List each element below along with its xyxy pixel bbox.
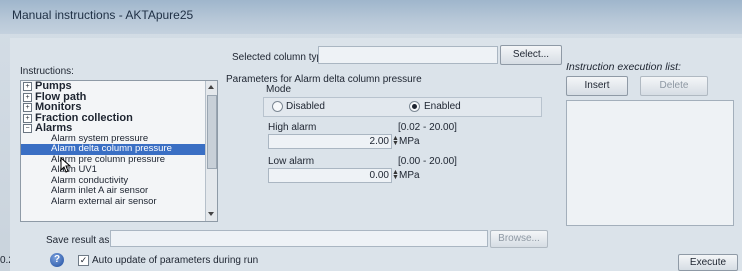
expander-icon[interactable]: + <box>23 113 32 123</box>
expander-icon[interactable]: + <box>23 92 32 102</box>
title-bar: Manual instructions - AKTApure25 <box>0 0 742 34</box>
tree-label: Alarm system pressure <box>51 132 149 144</box>
scroll-thumb[interactable] <box>207 95 217 169</box>
expander-icon[interactable]: + <box>23 103 32 112</box>
instructions-label: Instructions: <box>20 66 74 77</box>
parameters-heading: Parameters for Alarm delta column pressu… <box>226 74 422 85</box>
tree-label: Alarm UV1 <box>51 164 97 175</box>
mode-enabled-label: Enabled <box>424 101 461 112</box>
scroll-up-icon[interactable] <box>208 85 214 89</box>
insert-button[interactable]: Insert <box>566 76 628 96</box>
low-alarm-spin-arrows-icon[interactable]: ▲ ▼ <box>392 169 399 181</box>
save-result-field[interactable] <box>110 230 488 247</box>
execution-list-label: Instruction execution list: <box>566 61 681 73</box>
save-result-label: Save result as: <box>46 235 113 246</box>
low-alarm-unit: MPa <box>399 170 420 181</box>
tree-label: Alarm conductivity <box>51 174 129 186</box>
high-alarm-input[interactable]: 2.00 <box>268 134 392 149</box>
high-alarm-range: [0.02 - 20.00] <box>398 122 457 133</box>
instructions-tree[interactable]: + Pumps + Flow path + Monitors + Fraction colle… <box>20 80 218 222</box>
execution-list[interactable] <box>566 100 734 226</box>
column-type-label: Selected column type: <box>232 52 331 63</box>
low-alarm-input[interactable]: 0.00 <box>268 168 392 183</box>
high-alarm-label: High alarm <box>268 122 317 133</box>
browse-button[interactable]: Browse... <box>490 230 548 248</box>
tree-scrollbar[interactable] <box>205 81 217 221</box>
expander-icon[interactable]: − <box>23 124 32 133</box>
window-title: Manual instructions - AKTApure25 <box>12 8 194 22</box>
tree-label: Alarm external air sensor <box>51 195 157 207</box>
help-icon[interactable]: ? <box>50 253 64 267</box>
mouse-cursor-icon <box>60 157 72 173</box>
mode-disabled-label: Disabled <box>286 101 325 112</box>
auto-update-label: Auto update of parameters during run <box>92 255 259 266</box>
tree-label: Alarm delta column pressure <box>51 143 172 154</box>
scroll-down-icon[interactable] <box>208 212 214 216</box>
low-alarm-label: Low alarm <box>268 156 315 167</box>
tree-item[interactable]: Alarm external air sensor <box>21 195 217 208</box>
mode-label: Mode <box>266 84 292 95</box>
select-column-button[interactable]: Select... <box>500 45 562 65</box>
mode-enabled-radio[interactable] <box>409 101 420 112</box>
expander-icon[interactable]: + <box>23 82 32 91</box>
tree-label: Alarm inlet A air sensor <box>51 185 149 196</box>
mode-disabled-radio[interactable] <box>272 101 283 112</box>
high-alarm-unit: MPa <box>399 136 420 147</box>
low-alarm-range: [0.00 - 20.00] <box>398 156 457 167</box>
execute-button[interactable]: Execute <box>678 254 738 271</box>
high-alarm-spin-arrows-icon[interactable]: ▲ ▼ <box>392 135 399 147</box>
delete-button[interactable]: Delete <box>640 76 708 96</box>
column-type-field[interactable] <box>318 46 498 64</box>
auto-update-checkbox[interactable]: ✓ <box>78 255 89 266</box>
